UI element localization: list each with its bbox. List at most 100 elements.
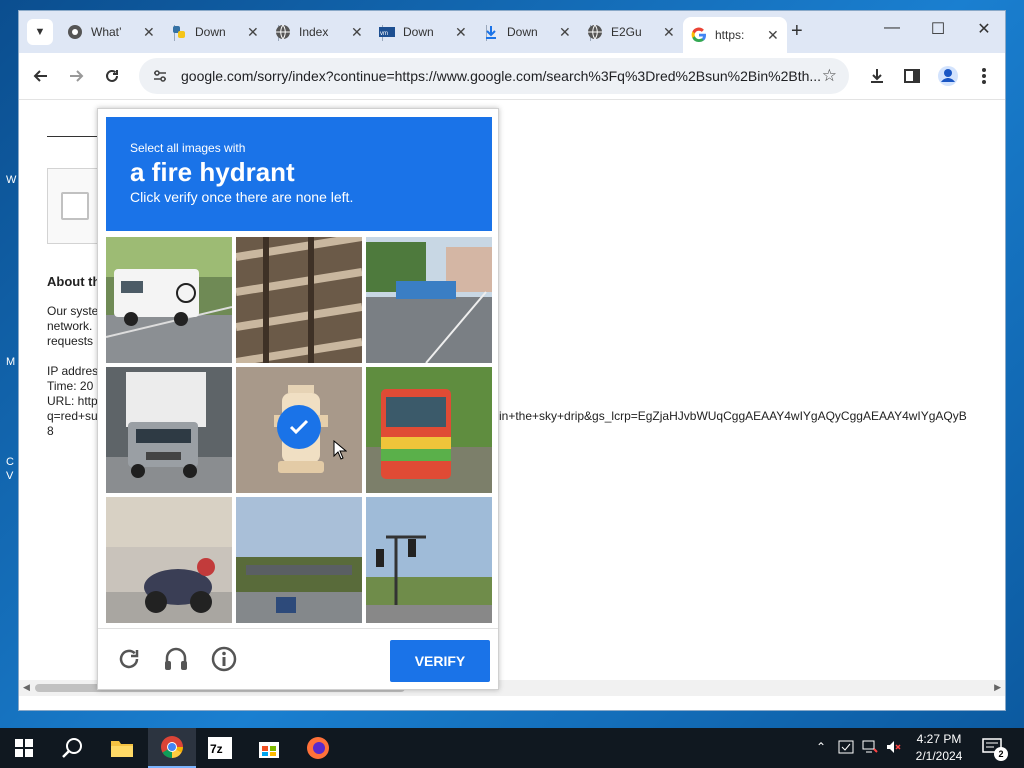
folder-icon bbox=[111, 741, 133, 757]
forward-arrow-icon bbox=[70, 70, 84, 82]
captcha-footer: VERIFY bbox=[98, 628, 498, 690]
download-icon bbox=[871, 69, 883, 83]
globe-icon bbox=[587, 24, 603, 40]
verify-button[interactable]: VERIFY bbox=[390, 640, 490, 682]
side-panel-button[interactable] bbox=[900, 64, 924, 88]
profile-icon bbox=[938, 66, 958, 86]
captcha-challenge: Select all images with a fire hydrant Cl… bbox=[97, 108, 499, 690]
start-button[interactable] bbox=[0, 728, 48, 768]
tab-2[interactable]: Down ✕ bbox=[163, 17, 267, 47]
clock[interactable]: 4:27 PM 2/1/2024 bbox=[906, 731, 972, 765]
paragraph-line: Our syste bbox=[47, 304, 99, 318]
close-tab-icon[interactable]: ✕ bbox=[455, 24, 467, 41]
globe-icon bbox=[275, 24, 291, 40]
firefox-button[interactable] bbox=[294, 728, 342, 768]
captcha-tile-bus[interactable] bbox=[366, 367, 492, 493]
tab-search-button[interactable]: ▼ bbox=[27, 19, 53, 45]
audio-challenge-icon[interactable] bbox=[162, 645, 190, 673]
reload-challenge-icon[interactable] bbox=[115, 645, 143, 673]
tab-6[interactable]: E2Gu ✕ bbox=[579, 17, 683, 47]
forward-button[interactable] bbox=[63, 63, 89, 89]
captcha-tile-balconies[interactable] bbox=[236, 237, 362, 363]
tab-1[interactable]: What’ ✕ bbox=[59, 17, 163, 47]
tab-label: https: bbox=[715, 28, 745, 42]
file-explorer-button[interactable] bbox=[98, 728, 146, 768]
tab-strip: ▼ What’ ✕ Down ✕ Index ✕ vm Down ✕ Down … bbox=[19, 11, 1005, 53]
url-continuation: in+the+sky+drip&gs_lcrp=EgZjaHJvbWUqCggA… bbox=[499, 409, 967, 423]
info-line: Time: 20 bbox=[47, 379, 94, 393]
close-window-button[interactable]: ✕ bbox=[961, 19, 1005, 39]
notification-count-badge: 2 bbox=[994, 747, 1008, 761]
paragraph-line: requests bbox=[47, 334, 94, 348]
taskbar: 7z ⌃ 4:27 PM 2/1/2024 2 bbox=[0, 728, 1024, 768]
back-button[interactable] bbox=[28, 63, 54, 89]
maximize-button[interactable]: ☐ bbox=[915, 19, 961, 39]
close-tab-icon[interactable]: ✕ bbox=[559, 24, 571, 41]
show-hidden-icons-icon[interactable]: ⌃ bbox=[816, 740, 826, 754]
tab-4[interactable]: vm Down ✕ bbox=[371, 17, 475, 47]
address-text[interactable]: google.com/sorry/index?continue=https://… bbox=[181, 68, 821, 84]
close-tab-icon[interactable]: ✕ bbox=[247, 24, 259, 41]
tab-3[interactable]: Index ✕ bbox=[267, 17, 371, 47]
scroll-right-icon[interactable]: ▶ bbox=[994, 682, 1001, 693]
svg-text:vm: vm bbox=[380, 31, 388, 37]
tab-7-active[interactable]: https: ✕ bbox=[683, 17, 787, 53]
kebab-menu-icon bbox=[982, 68, 986, 84]
captcha-subinstruction: Click verify once there are none left. bbox=[130, 189, 354, 205]
windows-icon bbox=[15, 739, 33, 757]
info-line: 8 bbox=[47, 424, 54, 438]
divider bbox=[47, 136, 99, 137]
site-info-icon[interactable] bbox=[151, 67, 169, 85]
chrome-icon bbox=[67, 24, 83, 40]
captcha-image-grid bbox=[106, 237, 492, 623]
captcha-tile-hydrant-selected[interactable] bbox=[236, 367, 362, 493]
paragraph-line: network. bbox=[47, 319, 93, 333]
reload-button[interactable] bbox=[99, 63, 125, 89]
captcha-tile-buses[interactable] bbox=[366, 237, 492, 363]
security-icon[interactable] bbox=[838, 740, 854, 757]
7zip-button[interactable]: 7z bbox=[196, 728, 244, 768]
close-tab-icon[interactable]: ✕ bbox=[143, 24, 155, 41]
7zip-icon: 7z bbox=[208, 737, 232, 759]
scroll-left-icon[interactable]: ◀ bbox=[23, 682, 30, 693]
svg-text:7z: 7z bbox=[210, 742, 223, 756]
captcha-tile-motorcycle[interactable] bbox=[106, 497, 232, 623]
search-icon bbox=[62, 738, 82, 758]
chrome-taskbar-button[interactable] bbox=[148, 728, 196, 768]
store-icon bbox=[259, 742, 279, 758]
chrome-icon bbox=[161, 736, 183, 758]
clock-time: 4:27 PM bbox=[916, 732, 962, 746]
about-heading: About th bbox=[47, 274, 101, 289]
minimize-button[interactable]: — bbox=[869, 19, 915, 37]
address-bar[interactable]: google.com/sorry/index?continue=https://… bbox=[139, 58, 849, 94]
captcha-tile-rv[interactable] bbox=[106, 237, 232, 363]
mouse-cursor-icon bbox=[333, 439, 348, 465]
info-icon[interactable] bbox=[210, 645, 238, 673]
store-button[interactable] bbox=[245, 728, 293, 768]
close-tab-icon[interactable]: ✕ bbox=[663, 24, 675, 41]
reload-icon bbox=[106, 69, 118, 82]
tab-label: Index bbox=[299, 25, 329, 39]
downloads-button[interactable] bbox=[865, 64, 889, 88]
close-tab-icon[interactable]: ✕ bbox=[351, 24, 363, 41]
action-center-button[interactable]: 2 bbox=[982, 738, 1008, 761]
info-line: IP addres bbox=[47, 364, 99, 378]
search-button[interactable] bbox=[48, 728, 96, 768]
captcha-instruction: Select all images with bbox=[130, 141, 246, 155]
captcha-tile-truck[interactable] bbox=[106, 367, 232, 493]
profile-button[interactable] bbox=[936, 64, 960, 88]
new-tab-button[interactable]: + bbox=[791, 20, 803, 43]
python-icon bbox=[171, 24, 187, 40]
captcha-tile-overpass[interactable] bbox=[236, 497, 362, 623]
bookmark-star-icon[interactable]: ☆ bbox=[822, 66, 837, 86]
tab-label: What’ bbox=[91, 25, 122, 39]
info-line: URL: http bbox=[47, 394, 98, 408]
captcha-tile-traffic-lights[interactable] bbox=[366, 497, 492, 623]
volume-muted-icon[interactable] bbox=[886, 740, 902, 757]
download-icon bbox=[483, 24, 499, 40]
tab-5[interactable]: Down ✕ bbox=[475, 17, 579, 47]
close-tab-icon[interactable]: ✕ bbox=[767, 27, 779, 44]
menu-button[interactable] bbox=[972, 64, 996, 88]
network-icon[interactable] bbox=[862, 740, 878, 757]
recaptcha-checkbox[interactable] bbox=[61, 192, 89, 220]
